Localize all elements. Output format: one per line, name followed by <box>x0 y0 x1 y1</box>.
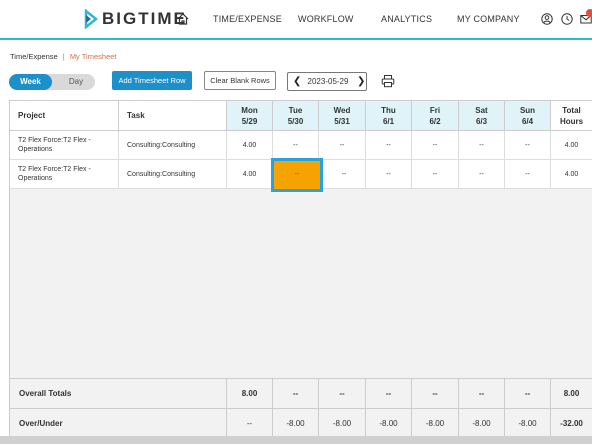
row-project-cell[interactable]: T2 Flex Force:T2 Flex - Operations <box>10 131 119 160</box>
hours-cell-selected[interactable]: -- <box>271 158 323 192</box>
nav-my-company[interactable]: MY COMPANY <box>457 14 520 24</box>
total-cell: -- <box>366 379 412 409</box>
breadcrumb-parent[interactable]: Time/Expense <box>10 52 58 61</box>
add-timesheet-row-button[interactable]: Add Timesheet Row <box>112 71 192 90</box>
header-day-date: 6/3 <box>475 117 488 126</box>
header-day-name: Sat <box>475 106 488 115</box>
hours-cell[interactable]: -- <box>323 160 366 189</box>
hours-cell[interactable]: -- <box>505 131 551 160</box>
notification-badge <box>586 9 592 17</box>
over-under-row: Over/Under -- -8.00 -8.00 -8.00 -8.00 -8… <box>10 408 592 439</box>
hours-cell[interactable]: -- <box>412 160 459 189</box>
week-toggle[interactable]: Week <box>9 74 52 90</box>
header-total-sub: Hours <box>559 117 584 126</box>
hours-cell[interactable]: -- <box>459 160 505 189</box>
timesheet-grid: Project Task Mon 5/29 Tue 5/30 Wed 5/31 … <box>9 100 592 440</box>
week-date-picker: ❮ 2023-05-29 ❯ <box>287 72 367 91</box>
nav-workflow[interactable]: WORKFLOW <box>298 14 354 24</box>
total-cell: -- <box>319 379 366 409</box>
total-cell: -- <box>459 379 505 409</box>
over-under-cell: -8.00 <box>505 409 551 439</box>
header-day-wed: Wed 5/31 <box>319 101 366 131</box>
header-day-date: 5/31 <box>334 117 350 126</box>
over-under-cell: -8.00 <box>366 409 412 439</box>
hours-cell[interactable]: -- <box>412 131 459 160</box>
nav-time-expense[interactable]: TIME/EXPENSE <box>213 14 282 24</box>
breadcrumb-current: My Timesheet <box>69 52 117 61</box>
total-cell: -- <box>273 379 319 409</box>
header-project: Project <box>10 101 119 131</box>
over-under-cell: -8.00 <box>412 409 459 439</box>
clock-icon[interactable] <box>561 13 573 25</box>
header-task: Task <box>119 101 227 131</box>
overall-totals-row: Overall Totals 8.00 -- -- -- -- -- -- 8.… <box>10 378 592 409</box>
top-nav: BIGTIME TIME/EXPENSE WORKFLOW ANALYTICS … <box>0 0 592 40</box>
breadcrumb-separator: | <box>62 52 65 61</box>
header-total-label: Total <box>562 106 581 115</box>
header-day-date: 5/30 <box>287 117 304 126</box>
row-total-cell: 4.00 <box>551 160 592 189</box>
hours-cell[interactable]: -- <box>366 160 412 189</box>
header-day-date: 6/1 <box>382 117 395 126</box>
brand-logo[interactable]: BIGTIME <box>84 9 187 29</box>
breadcrumb: Time/Expense | My Timesheet <box>10 52 117 61</box>
total-cell: -- <box>505 379 551 409</box>
over-under-cell: -8.00 <box>459 409 505 439</box>
header-day-name: Wed <box>333 106 351 115</box>
header-day-sat: Sat 6/3 <box>459 101 505 131</box>
total-cell: 8.00 <box>227 379 273 409</box>
over-under-cell: -8.00 <box>273 409 319 439</box>
over-under-cell: -- <box>227 409 273 439</box>
header-day-name: Sun <box>519 106 536 115</box>
over-under-total-cell: -32.00 <box>551 409 592 439</box>
grand-total-cell: 8.00 <box>551 379 592 409</box>
over-under-cell: -8.00 <box>319 409 366 439</box>
hours-cell[interactable]: 4.00 <box>227 160 273 189</box>
horizontal-scrollbar[interactable] <box>0 436 592 444</box>
week-date-value[interactable]: 2023-05-29 <box>304 77 352 86</box>
print-icon[interactable] <box>381 74 395 88</box>
brand-name: BIGTIME <box>102 9 187 28</box>
hours-cell[interactable]: -- <box>273 131 319 160</box>
header-day-name: Tue <box>288 106 303 115</box>
header-day-sun: Sun 6/4 <box>505 101 551 131</box>
prev-week-icon[interactable]: ❮ <box>293 76 301 87</box>
header-day-date: 6/2 <box>429 117 441 126</box>
hours-cell[interactable]: -- <box>366 131 412 160</box>
view-toggle: Week Day <box>9 74 95 90</box>
day-toggle[interactable]: Day <box>61 74 91 90</box>
header-day-tue: Tue 5/30 <box>273 101 319 131</box>
header-day-mon: Mon 5/29 <box>227 101 273 131</box>
header-day-name: Fri <box>429 106 441 115</box>
nav-analytics[interactable]: ANALYTICS <box>381 14 432 24</box>
total-cell: -- <box>412 379 459 409</box>
header-day-name: Mon <box>241 106 258 115</box>
header-day-name: Thu <box>381 106 396 115</box>
user-icon[interactable] <box>541 13 553 25</box>
overall-totals-label: Overall Totals <box>10 379 227 409</box>
hours-cell[interactable]: -- <box>319 131 366 160</box>
hours-cell[interactable]: -- <box>459 131 505 160</box>
header-day-date: 5/29 <box>241 117 258 126</box>
row-task-cell[interactable]: Consulting:Consulting <box>119 131 227 160</box>
home-icon[interactable] <box>176 12 190 26</box>
over-under-label: Over/Under <box>10 409 227 439</box>
header-day-thu: Thu 6/1 <box>366 101 412 131</box>
row-task-cell[interactable]: Consulting:Consulting <box>119 160 227 189</box>
header-day-date: 6/4 <box>521 117 534 126</box>
bigtime-logo-icon <box>84 9 98 29</box>
row-total-cell: 4.00 <box>551 131 592 160</box>
row-project-cell[interactable]: T2 Flex Force:T2 Flex - Operations <box>10 160 119 189</box>
header-total-hours: Total Hours <box>551 101 592 131</box>
clear-blank-rows-button[interactable]: Clear Blank Rows <box>204 71 276 90</box>
hours-cell[interactable]: -- <box>505 160 551 189</box>
header-day-fri: Fri 6/2 <box>412 101 459 131</box>
hours-cell[interactable]: 4.00 <box>227 131 273 160</box>
next-week-icon[interactable]: ❯ <box>357 76 365 87</box>
